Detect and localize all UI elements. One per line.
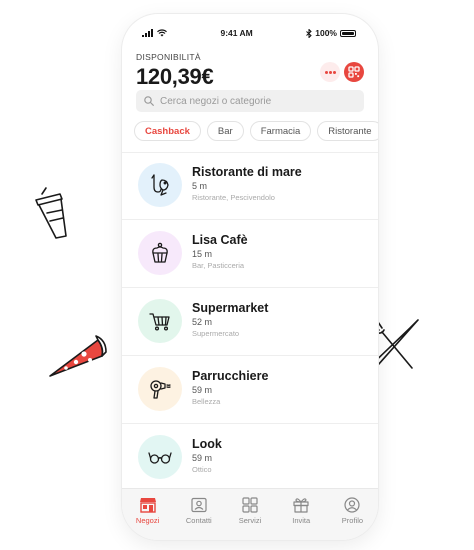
store-list: Ristorante di mare 5 m Ristorante, Pesci… — [122, 152, 378, 492]
tab-negozi[interactable]: Negozi — [122, 489, 173, 540]
store-distance: 5 m — [192, 181, 208, 191]
battery-icon — [340, 29, 356, 37]
search-placeholder: Cerca negozi o categorie — [160, 95, 272, 107]
store-distance: 15 m — [192, 249, 213, 259]
signal-icon — [142, 29, 153, 37]
store-icon-circle — [138, 163, 182, 207]
store-icon-circle — [138, 367, 182, 411]
contacts-icon — [191, 497, 207, 513]
store-distance: 59 m — [192, 385, 213, 395]
balance-header: DISPONIBILITÀ 120,39€ — [136, 52, 364, 90]
gift-icon — [293, 498, 309, 513]
store-category: Bellezza — [192, 397, 221, 406]
chip-ristorante[interactable]: Ristorante — [317, 121, 378, 141]
more-options-button[interactable] — [320, 62, 340, 82]
bluetooth-icon — [306, 28, 312, 38]
tab-label: Servizi — [238, 516, 262, 525]
category-chips: Cashback Bar Farmacia Ristorante — [134, 121, 378, 141]
status-bar: 9:41 AM 100% — [122, 26, 378, 40]
store-row[interactable]: Lisa Cafè 15 m Bar, Pasticceria — [122, 220, 378, 288]
store-name: Lisa Cafè — [192, 233, 248, 247]
store-distance: 52 m — [192, 317, 213, 327]
profile-icon — [344, 497, 361, 513]
battery-percent: 100% — [315, 28, 337, 38]
tab-invita[interactable]: Invita — [276, 489, 327, 540]
services-grid-icon — [242, 497, 258, 513]
tab-label: Negozi — [135, 516, 160, 525]
store-name: Supermarket — [192, 301, 269, 315]
tab-label: Invita — [292, 516, 311, 525]
tab-label: Profilo — [341, 516, 364, 525]
chip-bar[interactable]: Bar — [206, 121, 244, 141]
store-name: Ristorante di mare — [192, 165, 302, 179]
search-icon — [144, 96, 154, 106]
chip-farmacia[interactable]: Farmacia — [249, 121, 312, 141]
status-time: 9:41 AM — [220, 28, 253, 38]
balance-label: DISPONIBILITÀ — [136, 52, 201, 62]
store-row[interactable]: Ristorante di mare 5 m Ristorante, Pesci… — [122, 152, 378, 220]
tab-label: Contatti — [185, 516, 212, 525]
phone-screen: 9:41 AM 100% DISPONIBILITÀ 120,39€ Cerca… — [122, 14, 378, 540]
store-row[interactable]: Look 59 m Ottico — [122, 424, 378, 492]
tab-servizi[interactable]: Servizi — [224, 489, 275, 540]
drink-cup-icon — [35, 187, 67, 239]
store-row[interactable]: Supermarket 52 m Supermercato — [122, 288, 378, 356]
status-bar-left — [142, 29, 167, 37]
store-row[interactable]: Parrucchiere 59 m Bellezza — [122, 356, 378, 424]
store-name: Look — [192, 437, 222, 451]
seafood-icon — [151, 174, 169, 196]
tab-bar: Negozi Contatti Servizi Invita Profilo — [122, 488, 378, 540]
qr-code-button[interactable] — [344, 62, 364, 82]
store-icon-circle — [138, 299, 182, 343]
cupcake-icon — [152, 242, 168, 263]
store-icon-circle — [138, 435, 182, 479]
store-name: Parrucchiere — [192, 369, 269, 383]
pizza-slice-icon — [49, 335, 107, 377]
tab-profilo[interactable]: Profilo — [327, 489, 378, 540]
shopping-cart-icon — [149, 313, 170, 331]
wifi-icon — [157, 29, 167, 37]
glasses-icon — [148, 452, 172, 464]
qr-code-icon — [348, 66, 360, 78]
chip-cashback[interactable]: Cashback — [134, 121, 201, 141]
store-category: Ristorante, Pescivendolo — [192, 193, 275, 202]
store-category: Supermercato — [192, 329, 240, 338]
search-input[interactable]: Cerca negozi o categorie — [136, 90, 364, 112]
store-category: Ottico — [192, 465, 212, 474]
store-icon-circle — [138, 231, 182, 275]
store-icon — [139, 498, 156, 513]
tab-contatti[interactable]: Contatti — [173, 489, 224, 540]
store-distance: 59 m — [192, 453, 213, 463]
status-bar-right: 100% — [306, 28, 356, 38]
hair-dryer-icon — [150, 380, 171, 399]
store-category: Bar, Pasticceria — [192, 261, 245, 270]
